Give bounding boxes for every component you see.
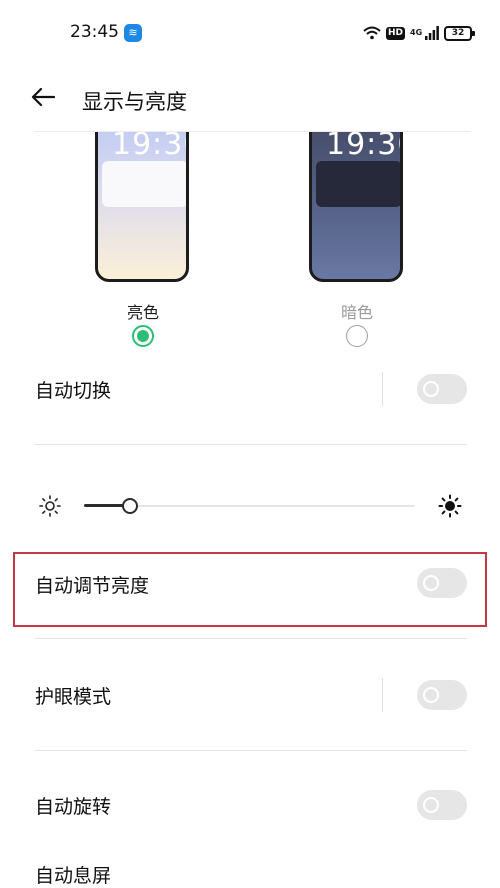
light-theme-radio[interactable] (132, 325, 154, 347)
arrow-left-icon (31, 87, 55, 107)
preview-card (102, 161, 186, 207)
hd-badge: HD (385, 26, 405, 40)
section-divider (34, 444, 467, 445)
auto-screen-off-label: 自动息屏 (35, 865, 112, 887)
eye-comfort-label: 护眼模式 (35, 686, 112, 708)
back-button[interactable] (26, 80, 60, 114)
sun-filled-icon (438, 494, 462, 518)
eye-comfort-toggle[interactable] (417, 680, 467, 710)
auto-rotate-toggle[interactable] (417, 790, 467, 820)
battery-indicator: 32 (444, 25, 475, 41)
preview-clock: 19:30 (112, 132, 186, 162)
status-time: 23:45 (70, 22, 119, 42)
preview-clock: 19:30 (326, 132, 400, 162)
auto-switch-label: 自动切换 (35, 380, 112, 402)
brightness-slider[interactable] (84, 496, 415, 516)
status-bar: 23:45 ≋ HD 4G 32 (0, 0, 500, 62)
wifi-icon (363, 26, 381, 40)
network-type: 4G (410, 28, 423, 37)
sun-outline-icon (39, 495, 61, 517)
row-separator (382, 372, 383, 406)
stack-app-icon: ≋ (124, 24, 142, 42)
page-title: 显示与亮度 (82, 90, 187, 114)
light-theme-preview[interactable]: 19:30 (95, 132, 195, 282)
preview-card (316, 161, 400, 207)
auto-switch-toggle[interactable] (417, 374, 467, 404)
light-theme-label: 亮色 (126, 303, 159, 322)
status-indicators: HD 4G 32 (363, 24, 475, 42)
dark-theme-label: 暗色 (340, 303, 373, 322)
auto-rotate-label: 自动旋转 (35, 796, 112, 818)
header: 显示与亮度 (0, 62, 500, 132)
dark-theme-radio[interactable] (346, 325, 368, 347)
highlight-box (13, 552, 487, 627)
signal-icon (425, 26, 439, 40)
section-divider (34, 750, 467, 751)
section-divider (34, 638, 467, 639)
dark-theme-preview[interactable]: 19:30 (309, 132, 409, 282)
dark-phone-mockup: 19:30 (309, 132, 403, 282)
row-separator (382, 678, 383, 712)
slider-thumb[interactable] (122, 498, 139, 514)
light-phone-mockup: 19:30 (95, 132, 189, 282)
